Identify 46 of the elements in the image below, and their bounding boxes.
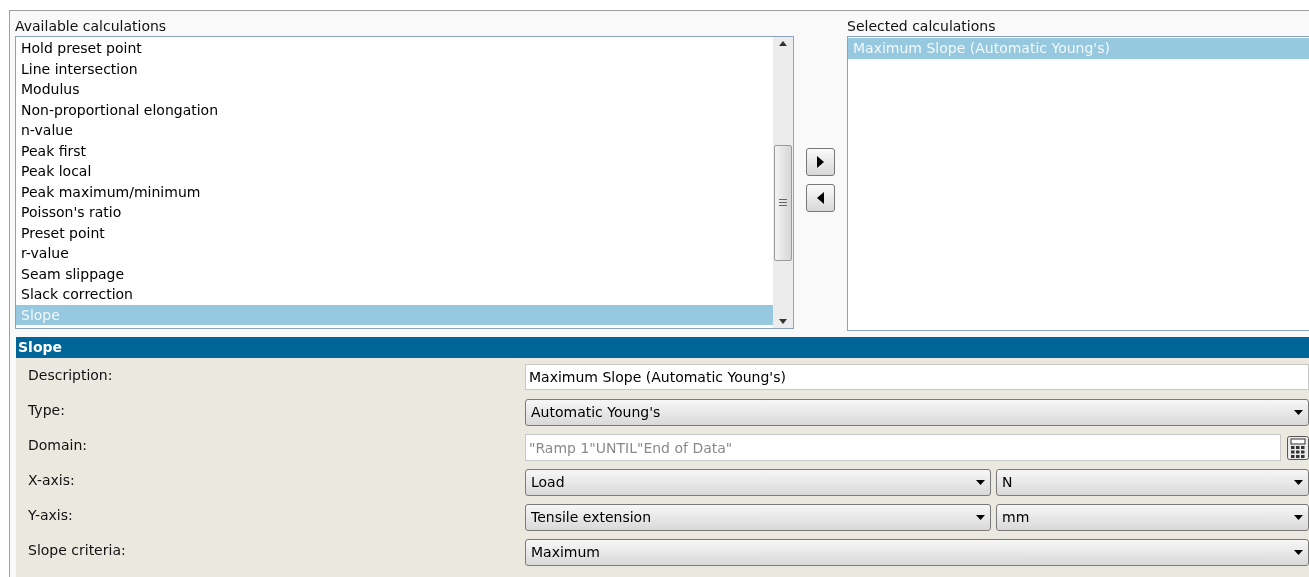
list-item[interactable]: Seam slippage xyxy=(16,263,773,284)
dropdown-caret-icon xyxy=(1294,410,1303,415)
field-label: Y-axis: xyxy=(27,506,74,525)
scroll-up-icon[interactable] xyxy=(779,41,787,46)
domain-field[interactable]: "Ramp 1"UNTIL"End of Data" xyxy=(525,434,1281,461)
scrollbar-thumb[interactable] xyxy=(774,144,792,261)
dropdown[interactable]: mm xyxy=(996,504,1309,531)
dropdown[interactable]: Tensile extension xyxy=(525,504,991,531)
list-item[interactable]: Slack correction xyxy=(16,284,773,305)
add-button[interactable] xyxy=(806,148,835,176)
list-item[interactable]: Peak first xyxy=(16,140,773,161)
list-item[interactable]: Preset point xyxy=(16,222,773,243)
list-item[interactable]: n-value xyxy=(16,120,773,141)
field-label: Domain: xyxy=(27,436,89,455)
dropdown-caret-icon xyxy=(976,480,985,485)
list-item[interactable]: Poisson's ratio xyxy=(16,202,773,223)
dropdown[interactable]: Automatic Young's xyxy=(525,399,1309,426)
dropdown[interactable]: N xyxy=(996,469,1309,496)
list-item[interactable]: Hold preset point xyxy=(16,38,773,59)
dropdown[interactable]: Load xyxy=(525,469,991,496)
list-item[interactable]: Non-proportional elongation xyxy=(16,99,773,120)
list-caption: Selected calculations xyxy=(847,17,997,36)
scroll-down-icon[interactable] xyxy=(779,319,787,324)
list-item[interactable]: Modulus xyxy=(16,79,773,100)
scrollbar[interactable] xyxy=(773,37,793,328)
list-caption: Available calculations xyxy=(15,17,168,36)
field-label: Description: xyxy=(27,366,114,385)
field-label: Slope criteria: xyxy=(27,541,127,560)
dropdown-caret-icon xyxy=(1294,480,1303,485)
list-item[interactable]: r-value xyxy=(16,243,773,264)
description-field[interactable]: Maximum Slope (Automatic Young's) xyxy=(525,364,1309,390)
dropdown-caret-icon xyxy=(976,515,985,520)
list-item[interactable]: Peak maximum/minimum xyxy=(16,181,773,202)
dropdown-caret-icon xyxy=(1294,550,1303,555)
grip-icon xyxy=(779,199,787,206)
right-arrow-icon xyxy=(817,156,824,168)
remove-button[interactable] xyxy=(806,184,835,212)
dropdown-caret-icon xyxy=(1294,515,1303,520)
dropdown[interactable]: Maximum xyxy=(525,539,1309,566)
field-label: Type: xyxy=(27,401,66,420)
left-arrow-icon xyxy=(817,192,824,204)
field-label: X-axis: xyxy=(27,471,76,490)
calculator-icon[interactable] xyxy=(1287,435,1309,460)
list-item[interactable]: Line intersection xyxy=(16,58,773,79)
list-item[interactable]: Peak local xyxy=(16,161,773,182)
section-header: Slope xyxy=(16,337,1309,358)
